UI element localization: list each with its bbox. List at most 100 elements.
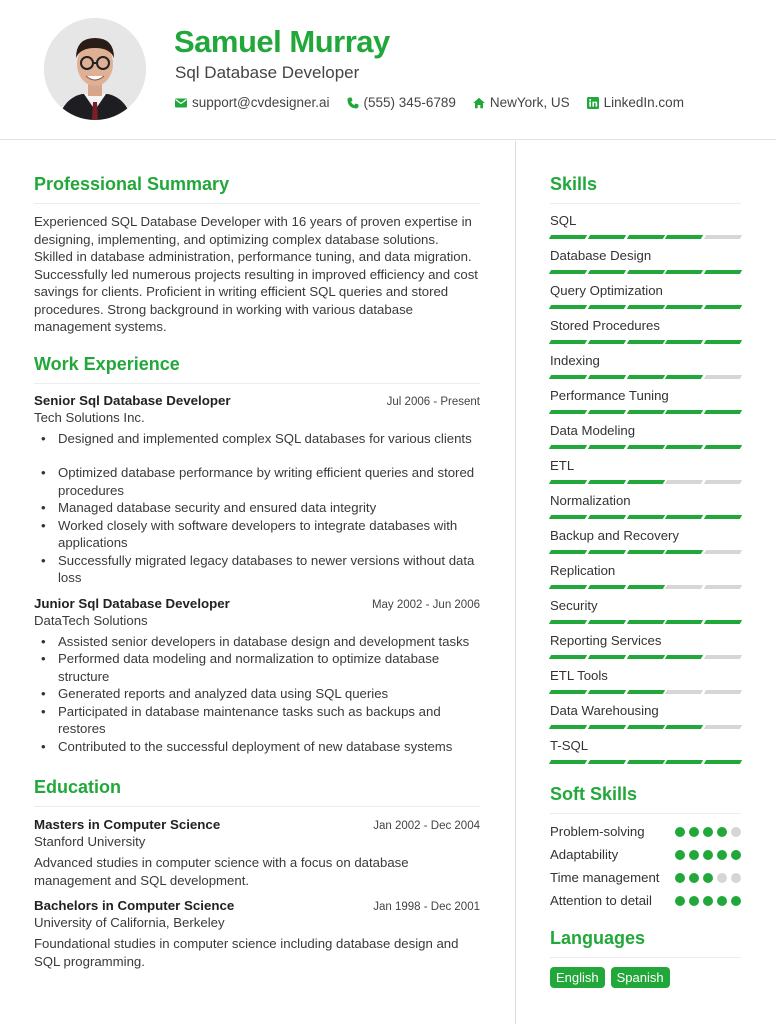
soft-skill-name: Attention to detail xyxy=(550,893,652,908)
contact-email-text: support@cvdesigner.ai xyxy=(192,95,330,110)
skill-name: ETL xyxy=(550,458,575,473)
job-company: Tech Solutions Inc. xyxy=(34,409,145,425)
skill-level-segment xyxy=(665,550,704,554)
soft-skill-name: Time management xyxy=(550,870,660,885)
experience-section: Work Experience Senior Sql Database Deve… xyxy=(34,354,480,756)
skill-item: Normalization xyxy=(548,493,743,519)
skill-level-bar xyxy=(548,690,743,694)
skill-level-segment xyxy=(548,760,587,764)
languages-list: English Spanish xyxy=(550,967,741,988)
job-bullet: Participated in database maintenance tas… xyxy=(34,703,480,738)
skill-level-bar xyxy=(548,235,743,239)
skill-level-segment xyxy=(548,340,587,344)
job-title: Senior Sql Database Developer xyxy=(34,392,231,408)
skill-item: Replication xyxy=(548,563,743,589)
skill-item: ETL Tools xyxy=(548,668,743,694)
soft-skill-rating xyxy=(675,873,741,883)
skill-name: Reporting Services xyxy=(550,633,662,648)
language-badge: English xyxy=(550,967,605,988)
skill-level-segment xyxy=(626,410,665,414)
skill-level-segment xyxy=(587,235,626,239)
languages-section: Languages English Spanish xyxy=(550,928,741,988)
summary-heading: Professional Summary xyxy=(34,174,480,204)
skill-level-segment xyxy=(704,445,743,449)
skill-level-segment xyxy=(548,480,587,484)
job-entry: Senior Sql Database Developer Jul 2006 -… xyxy=(34,393,480,587)
skill-level-segment xyxy=(665,760,704,764)
skill-item: T-SQL xyxy=(548,738,743,764)
main-column: Professional Summary Experienced SQL Dat… xyxy=(34,141,480,970)
soft-skill-rating xyxy=(675,827,741,837)
skill-level-segment xyxy=(704,690,743,694)
skill-level-segment xyxy=(704,550,743,554)
job-bullets: Assisted senior developers in database d… xyxy=(34,633,480,756)
skill-level-segment xyxy=(587,375,626,379)
contact-linkedin-text: LinkedIn.com xyxy=(603,95,684,110)
skill-level-segment xyxy=(587,340,626,344)
skill-item: Stored Procedures xyxy=(548,318,743,344)
job-entry: Junior Sql Database Developer May 2002 -… xyxy=(34,596,480,756)
rating-dot xyxy=(675,873,685,883)
skill-level-segment xyxy=(548,550,587,554)
skill-level-segment xyxy=(665,655,704,659)
contact-linkedin[interactable]: LinkedIn.com xyxy=(586,95,684,110)
skills-heading: Skills xyxy=(550,174,741,204)
rating-dot xyxy=(675,827,685,837)
skill-name: Indexing xyxy=(550,353,600,368)
skill-level-segment xyxy=(704,725,743,729)
skill-level-segment xyxy=(665,270,704,274)
skill-level-segment xyxy=(587,655,626,659)
skill-level-segment xyxy=(587,725,626,729)
job-bullet: Contributed to the successful deployment… xyxy=(34,738,480,756)
soft-skills-section: Soft Skills Problem-solving Adaptability T… xyxy=(550,784,741,910)
skill-level-segment xyxy=(548,235,587,239)
soft-skill-item: Adaptability xyxy=(550,846,741,864)
education-entry: Bachelors in Computer Science Jan 1998 -… xyxy=(34,898,480,970)
languages-heading: Languages xyxy=(550,928,741,958)
skill-level-segment xyxy=(704,655,743,659)
column-divider xyxy=(515,141,516,1024)
rating-dot xyxy=(689,873,699,883)
rating-dot xyxy=(731,873,741,883)
candidate-name: Samuel Murray xyxy=(174,24,390,59)
job-bullet: Worked closely with software developers … xyxy=(34,517,480,552)
skill-level-segment xyxy=(704,270,743,274)
skill-level-segment xyxy=(587,550,626,554)
contact-email[interactable]: support@cvdesigner.ai xyxy=(175,95,330,110)
resume-header: Samuel Murray Sql Database Developer sup… xyxy=(0,0,776,140)
skill-item: Data Warehousing xyxy=(548,703,743,729)
degree-title: Masters in Computer Science xyxy=(34,817,221,832)
skill-level-segment xyxy=(704,375,743,379)
skill-level-segment xyxy=(626,515,665,519)
skill-level-segment xyxy=(548,690,587,694)
phone-icon xyxy=(347,97,359,108)
rating-dot xyxy=(703,896,713,906)
skills-list: SQL Database Design Query Optimization Stor… xyxy=(548,213,743,764)
contact-location-text: NewYork, US xyxy=(489,95,570,110)
skill-level-segment xyxy=(587,760,626,764)
soft-skill-item: Time management xyxy=(550,869,741,887)
education-section: Education Masters in Computer Science Ja… xyxy=(34,777,480,970)
skill-item: ETL xyxy=(548,458,743,484)
skill-level-segment xyxy=(587,270,626,274)
linkedin-icon xyxy=(586,96,599,109)
profile-photo xyxy=(44,18,146,120)
contact-phone[interactable]: (555) 345-6789 xyxy=(347,95,456,110)
contact-location: NewYork, US xyxy=(473,95,570,110)
skill-level-segment xyxy=(665,620,704,624)
skill-level-segment xyxy=(665,690,704,694)
rating-dot xyxy=(731,827,741,837)
sidebar-column: Skills SQL Database Design Query Optimizat… xyxy=(548,141,743,988)
skill-level-segment xyxy=(548,270,587,274)
skill-level-bar xyxy=(548,445,743,449)
soft-skills-heading: Soft Skills xyxy=(550,784,741,814)
job-bullet: Performed data modeling and normalizatio… xyxy=(34,650,480,685)
rating-dot xyxy=(703,827,713,837)
education-date: Jan 2002 - Dec 2004 xyxy=(373,820,480,832)
skill-level-segment xyxy=(704,410,743,414)
skill-level-segment xyxy=(548,305,587,309)
skill-item: Reporting Services xyxy=(548,633,743,659)
skill-level-segment xyxy=(665,445,704,449)
skill-level-segment xyxy=(587,480,626,484)
skill-name: T-SQL xyxy=(550,738,589,753)
